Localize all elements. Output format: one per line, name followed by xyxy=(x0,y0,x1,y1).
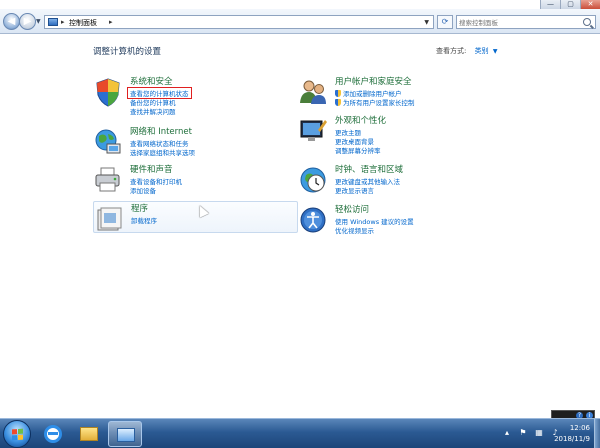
forward-button[interactable]: ▶ xyxy=(19,13,36,30)
optimize-visual-display-link[interactable]: 优化视频显示 xyxy=(335,225,374,235)
category-ease-of-access: 轻松访问 使用 Windows 建议的设置 优化视频显示 xyxy=(298,203,503,237)
category-network-internet: 网络和 Internet 查看网络状态和任务 选择家庭组和共享选项 xyxy=(93,125,298,159)
taskbar: ▴ ⚑ ▦ ♪ 12:06 2018/11/9 xyxy=(0,418,600,448)
uac-shield-icon xyxy=(335,99,341,106)
start-button[interactable] xyxy=(3,420,31,448)
search-box[interactable] xyxy=(456,15,596,29)
chevron-down-icon[interactable]: ▼ xyxy=(493,48,498,55)
parental-controls-link[interactable]: 为所有用户设置家长控制 xyxy=(335,97,415,107)
windows-logo-icon xyxy=(12,428,24,442)
taskbar-internet-explorer[interactable] xyxy=(36,421,70,447)
system-tray: ▴ ⚑ ▦ ♪ xyxy=(502,428,560,438)
category-title[interactable]: 轻松访问 xyxy=(335,203,369,215)
troubleshoot-link[interactable]: 查找并解决问题 xyxy=(130,106,176,116)
shield-icon[interactable] xyxy=(93,77,123,107)
category-title[interactable]: 用户帐户和家庭安全 xyxy=(335,75,412,87)
printer-icon[interactable] xyxy=(93,165,123,195)
category-programs[interactable]: 程序 卸载程序 xyxy=(93,201,298,233)
clock-date: 2018/11/9 xyxy=(554,435,590,443)
internet-explorer-icon xyxy=(44,425,62,443)
category-title[interactable]: 硬件和声音 xyxy=(130,163,173,175)
clock-globe-icon[interactable] xyxy=(298,165,328,195)
control-panel-icon xyxy=(117,428,135,442)
category-clock-language: 时钟、语言和区域 更改键盘或其他输入法 更改显示语言 xyxy=(298,163,503,197)
network-globe-icon[interactable] xyxy=(93,127,123,157)
category-title[interactable]: 程序 xyxy=(131,202,148,214)
action-center-flag-icon[interactable]: ⚑ xyxy=(518,428,528,438)
view-by-control: 查看方式: 类别 ▼ xyxy=(436,46,497,56)
category-title[interactable]: 网络和 Internet xyxy=(130,125,192,137)
category-system-security: 系统和安全 查看您的计算机状态 备份您的计算机 查找并解决问题 xyxy=(93,75,298,116)
category-hardware-sound: 硬件和声音 查看设备和打印机 添加设备 xyxy=(93,163,298,197)
change-display-language-link[interactable]: 更改显示语言 xyxy=(335,185,374,195)
category-title[interactable]: 外观和个性化 xyxy=(335,114,386,126)
add-device-link[interactable]: 添加设备 xyxy=(130,185,156,195)
breadcrumb-control-panel[interactable]: 控制面板 xyxy=(69,18,97,28)
search-input[interactable] xyxy=(459,17,577,28)
view-by-label: 查看方式: xyxy=(436,47,467,55)
breadcrumb[interactable]: ▸ 控制面板 ▸ ▼ xyxy=(44,15,434,29)
search-icon[interactable] xyxy=(583,18,591,26)
category-appearance: 外观和个性化 更改主题 更改桌面背景 调整屏幕分辨率 xyxy=(298,114,503,155)
address-bar: ◀ ▶ ▼ ▸ 控制面板 ▸ ▼ ⟳ xyxy=(0,9,600,34)
breadcrumb-separator[interactable]: ▸ xyxy=(61,18,65,26)
clock-time: 12:06 xyxy=(569,424,590,432)
users-icon[interactable] xyxy=(298,77,328,107)
category-title[interactable]: 系统和安全 xyxy=(130,75,173,87)
uac-shield-icon xyxy=(335,90,341,97)
homegroup-sharing-link[interactable]: 选择家庭组和共享选项 xyxy=(130,147,195,157)
taskbar-file-explorer[interactable] xyxy=(72,421,106,447)
programs-icon[interactable] xyxy=(94,204,124,234)
network-icon[interactable]: ▦ xyxy=(534,428,544,438)
refresh-button[interactable]: ⟳ xyxy=(437,15,453,29)
screen-resolution-link[interactable]: 调整屏幕分辨率 xyxy=(335,145,381,155)
taskbar-control-panel[interactable] xyxy=(108,421,142,447)
view-by-dropdown[interactable]: 类别 xyxy=(475,47,489,55)
category-title[interactable]: 时钟、语言和区域 xyxy=(335,163,403,175)
category-user-accounts: 用户帐户和家庭安全 添加或删除用户帐户 为所有用户设置家长控制 xyxy=(298,75,503,109)
monitor-icon[interactable] xyxy=(298,116,328,146)
back-button[interactable]: ◀ xyxy=(3,13,20,30)
folder-icon xyxy=(80,427,98,441)
taskbar-clock[interactable]: 12:06 2018/11/9 xyxy=(554,423,590,445)
breadcrumb-separator[interactable]: ▸ xyxy=(109,18,113,26)
recent-pages-chevron-down-icon[interactable]: ▼ xyxy=(36,18,41,25)
page-title: 调整计算机的设置 xyxy=(93,47,162,57)
show-desktop-button[interactable] xyxy=(594,419,600,448)
control-panel-icon xyxy=(48,18,58,26)
ease-of-access-icon[interactable] xyxy=(298,205,328,235)
uninstall-program-link[interactable]: 卸载程序 xyxy=(131,215,157,225)
show-hidden-icons-icon[interactable]: ▴ xyxy=(502,428,512,438)
address-history-chevron-down-icon[interactable]: ▼ xyxy=(424,19,429,26)
